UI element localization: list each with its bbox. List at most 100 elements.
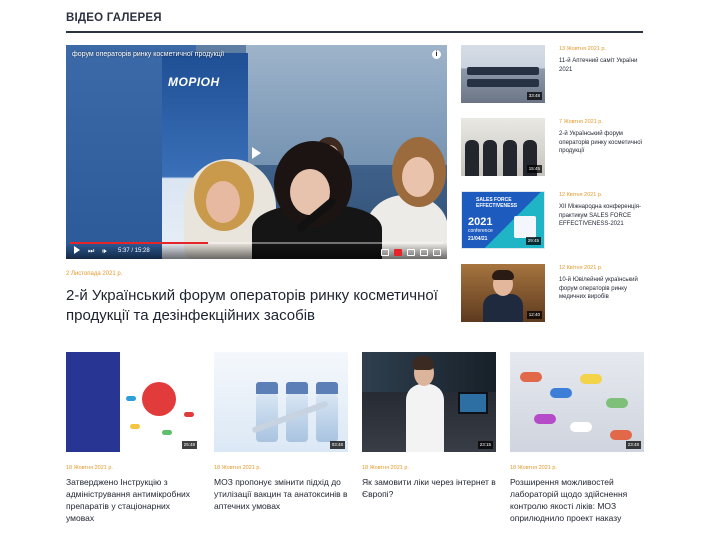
- player-right-controls: [381, 249, 441, 256]
- pharmacist-hair: [412, 356, 434, 370]
- grid-video-title[interactable]: МОЗ пропонує змінити підхід до утилізаці…: [214, 476, 348, 512]
- capsule-shape: [580, 374, 602, 384]
- grid-video-title[interactable]: Як замовити ліки через інтернет в Європі…: [362, 476, 496, 500]
- main-video-player[interactable]: МОРІОН форум операторів ринку косметично…: [66, 45, 447, 259]
- grid-video-title[interactable]: Розширення можливостей лабораторій щодо …: [510, 476, 644, 524]
- virus-illustration: [142, 382, 176, 416]
- figure-right-face: [402, 157, 434, 197]
- side-video-title[interactable]: 10-й Ювілейний український форум операто…: [559, 276, 649, 302]
- pill-shape: [126, 396, 136, 401]
- speaker-figure: [483, 140, 497, 176]
- pill-shape: [184, 412, 194, 417]
- thumbnail-graphic: [514, 216, 536, 238]
- pill-shape: [130, 424, 140, 429]
- thumbnail-label: SALES FORCE EFFECTIVENESS: [476, 197, 518, 209]
- duration-badge: 12:40: [526, 311, 542, 319]
- duration-badge: 25:48: [181, 441, 197, 449]
- vial-shape: [256, 394, 278, 442]
- speaker-figure: [465, 140, 479, 176]
- speaker-portrait-thumbnail[interactable]: 12:40: [461, 264, 545, 322]
- monitor-screen: [458, 392, 488, 414]
- main-video-date: 2 Листопада 2021 р.: [66, 271, 123, 277]
- panel-speakers-thumbnail[interactable]: 15:45: [461, 118, 545, 176]
- center-play-icon[interactable]: [252, 147, 261, 159]
- lab-coat: [406, 384, 444, 452]
- progress-bar[interactable]: [70, 242, 443, 244]
- pharmacist-screen-thumbnail[interactable]: 23:15: [362, 352, 496, 452]
- portrait-suit: [483, 294, 523, 322]
- grid-video-date: 18 Жовтня 2021 р.: [66, 465, 113, 471]
- side-video-title[interactable]: XII Міжнародна конференція-практикум SAL…: [559, 203, 649, 229]
- figure-left-face: [206, 181, 240, 223]
- side-video-title[interactable]: 2-й Український форум операторів ринку к…: [559, 130, 649, 156]
- pill-shape: [162, 430, 172, 435]
- vial-cap: [316, 382, 338, 394]
- sales-force-thumbnail[interactable]: SALES FORCE EFFECTIVENESS 2021 conferenc…: [461, 191, 545, 249]
- time-display: 5:37 / 15:28: [118, 248, 150, 254]
- capsule-shape: [606, 398, 628, 408]
- duration-badge: 29:45: [525, 237, 541, 245]
- settings-icon[interactable]: [407, 249, 415, 256]
- portrait-hair: [492, 270, 514, 280]
- side-video-meta: 13 Жовтня 2021 р. 11-й Аптечний саміт Ук…: [559, 45, 649, 74]
- thumbnail-date: 21/04/21: [468, 236, 488, 242]
- section-title: ВІДЕО ГАЛЕРЕЯ: [66, 12, 162, 24]
- side-video-meta: 12 Квітня 2021 р. 10-й Ювілейний українс…: [559, 264, 649, 302]
- volume-icon[interactable]: 🕪: [102, 247, 106, 256]
- capsule-shape: [570, 422, 592, 432]
- thumbnail-year: 2021: [468, 216, 493, 228]
- grid-video-date: 18 Жовтня 2021 р.: [362, 465, 409, 471]
- conference-hall-thumbnail[interactable]: 33:48: [461, 45, 545, 103]
- duration-badge: 03:48: [329, 441, 345, 449]
- capsule-shape: [610, 430, 632, 440]
- youtube-icon[interactable]: [394, 249, 402, 256]
- side-video-item[interactable]: SALES FORCE EFFECTIVENESS 2021 conferenc…: [461, 191, 651, 251]
- capsule-shape: [550, 388, 572, 398]
- capsule-shape: [520, 372, 542, 382]
- grid-video-card[interactable]: 23:15 18 Жовтня 2021 р. Як замовити ліки…: [362, 352, 496, 499]
- section-header: ВІДЕО ГАЛЕРЕЯ: [66, 11, 643, 33]
- side-video-item[interactable]: 33:48 13 Жовтня 2021 р. 11-й Аптечний са…: [461, 45, 651, 105]
- panel-table-row: [467, 79, 539, 87]
- vial-cap: [286, 382, 308, 394]
- play-icon[interactable]: [74, 246, 80, 254]
- side-video-item[interactable]: 15:45 7 Жовтня 2021 р. 2-й Український ф…: [461, 118, 651, 178]
- progress-fill: [70, 242, 208, 244]
- duration-badge: 33:48: [526, 92, 542, 100]
- main-video-title[interactable]: 2-й Український форум операторів ринку к…: [66, 286, 456, 326]
- duration-badge: 15:45: [526, 165, 542, 173]
- panel-table-row: [467, 67, 539, 75]
- side-video-meta: 12 Квітня 2021 р. XII Міжнародна конфере…: [559, 191, 649, 229]
- side-video-date: 12 Квітня 2021 р.: [559, 265, 603, 271]
- fullscreen-icon[interactable]: [433, 249, 441, 256]
- antimicrobial-guide-thumbnail[interactable]: 25:48: [66, 352, 200, 452]
- next-icon[interactable]: ⏭: [88, 247, 94, 256]
- guide-cover: [66, 352, 120, 452]
- side-video-title[interactable]: 11-й Аптечний саміт України 2021: [559, 57, 649, 74]
- theater-mode-icon[interactable]: [420, 249, 428, 256]
- grid-video-card[interactable]: 25:48 18 Жовтня 2021 р. Затверджено Інст…: [66, 352, 200, 523]
- vial-cap: [256, 382, 278, 394]
- banner-logo: МОРІОН: [168, 75, 220, 89]
- grid-video-date: 18 Жовтня 2021 р.: [510, 465, 557, 471]
- grid-video-date: 18 Жовтня 2021 р.: [214, 465, 261, 471]
- grid-video-title[interactable]: Затверджено Інструкцію з адміністрування…: [66, 476, 200, 524]
- capsule-shape: [534, 414, 556, 424]
- side-video-item[interactable]: 12:40 12 Квітня 2021 р. 10-й Ювілейний у…: [461, 264, 651, 324]
- grid-video-card[interactable]: 03:48 18 Жовтня 2021 р. МОЗ пропонує змі…: [214, 352, 348, 511]
- speaker-figure: [503, 140, 517, 176]
- side-video-meta: 7 Жовтня 2021 р. 2-й Український форум о…: [559, 118, 649, 156]
- video-title-overlay[interactable]: форум операторів ринку косметичної проду…: [72, 51, 224, 58]
- side-video-date: 12 Квітня 2021 р.: [559, 192, 603, 198]
- pills-capsules-thumbnail[interactable]: 23:48: [510, 352, 644, 452]
- duration-badge: 23:15: [477, 441, 493, 449]
- subtitles-icon[interactable]: [381, 249, 389, 256]
- info-icon[interactable]: i: [432, 50, 441, 59]
- grid-video-card[interactable]: 23:48 18 Жовтня 2021 р. Розширення можли…: [510, 352, 644, 523]
- side-video-date: 7 Жовтня 2021 р.: [559, 119, 603, 125]
- vaccine-vials-thumbnail[interactable]: 03:48: [214, 352, 348, 452]
- thumbnail-conference: conference: [468, 228, 493, 234]
- section-divider: [66, 31, 643, 33]
- duration-badge: 23:48: [625, 441, 641, 449]
- side-video-date: 13 Жовтня 2021 р.: [559, 46, 606, 52]
